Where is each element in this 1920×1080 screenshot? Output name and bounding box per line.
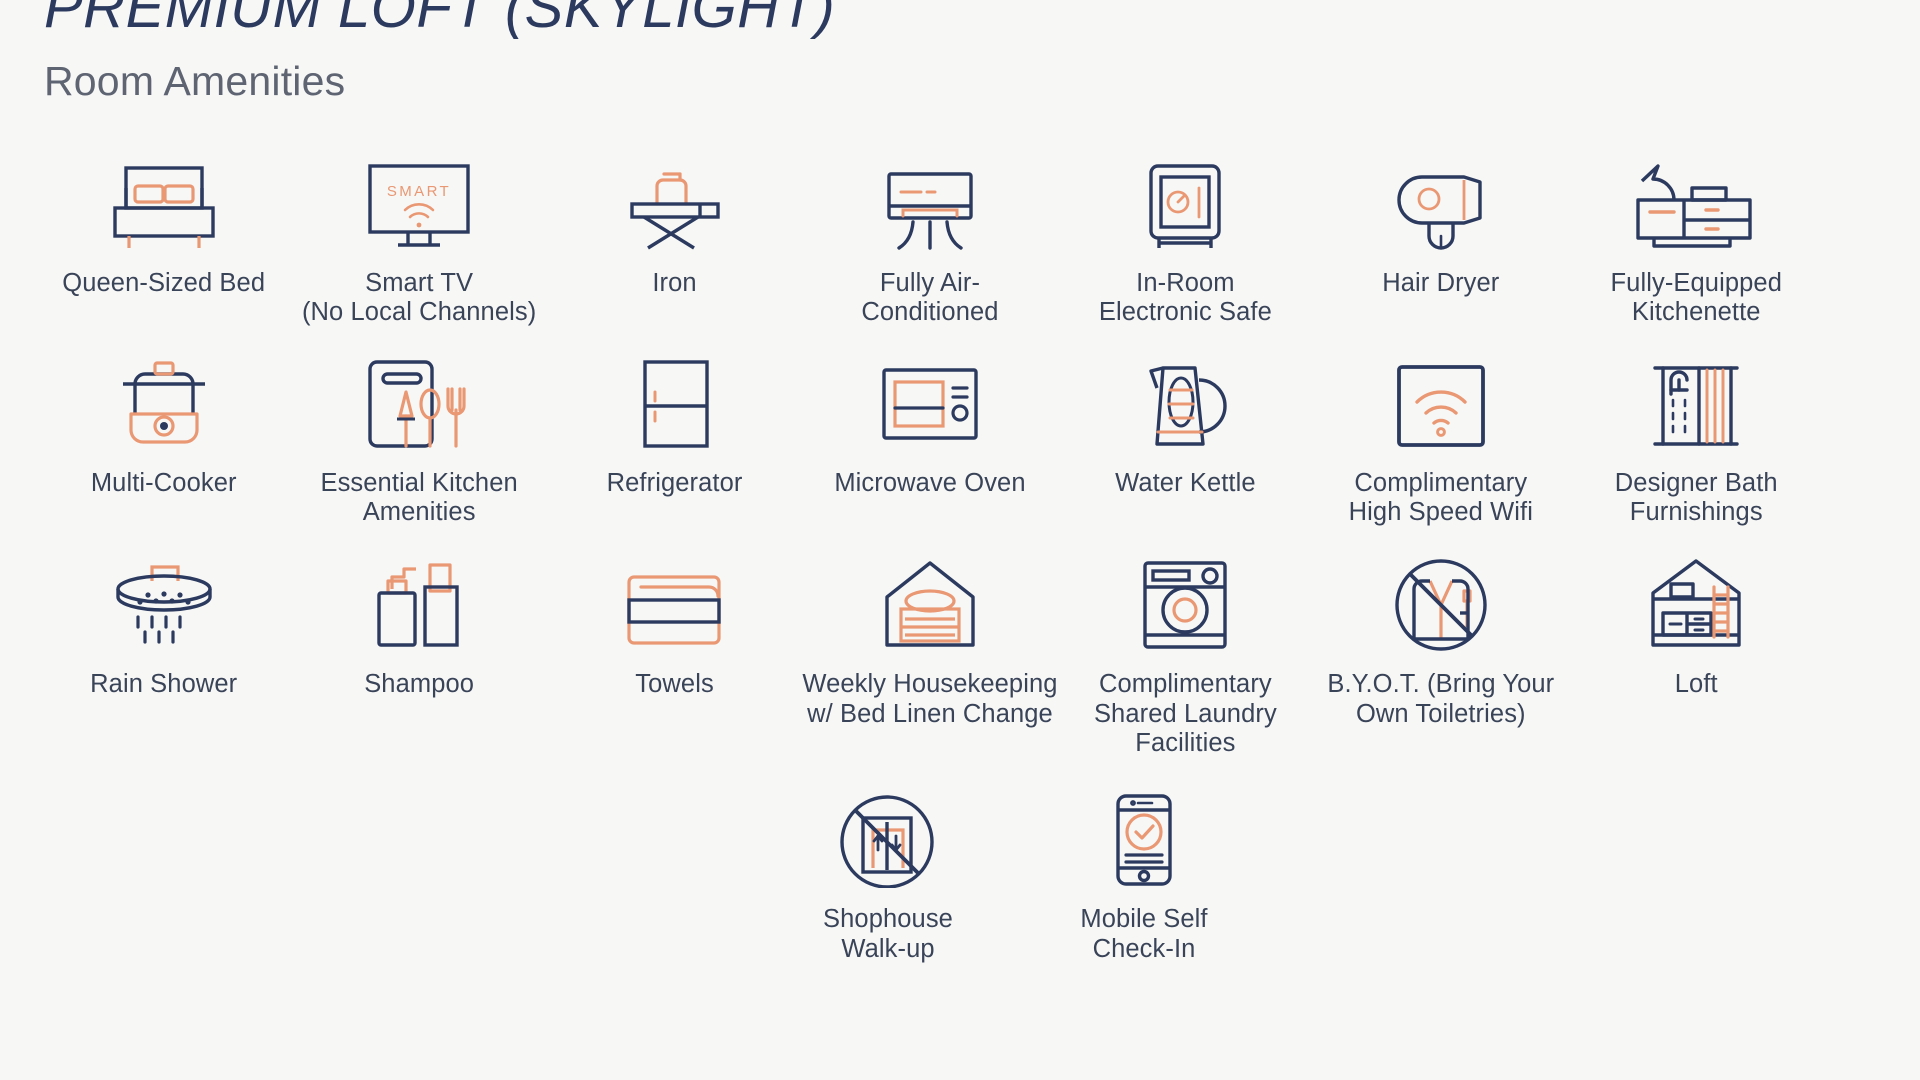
amenity-mobile-self-check-in: Mobile Self Check-In [1016,776,1272,964]
amenity-label: Refrigerator [606,468,743,497]
amenity-smart-tv: SMART Smart TV (No Local Channels) [291,140,546,328]
amenity-in-room-electronic-safe: In-Room Electronic Safe [1058,140,1313,328]
amenity-shampoo: Shampoo [291,541,546,758]
amenity-label: In-Room Electronic Safe [1098,269,1272,327]
amenity-designer-bath-furnishings: Designer Bath Furnishings [1569,340,1824,528]
amenity-label: Fully-Equipped Kitchenette [1610,269,1782,327]
wifi-icon [1388,340,1494,452]
amenity-label: Designer Bath Furnishings [1614,468,1778,526]
amenity-label: Complimentary High Speed Wifi [1348,468,1533,526]
amenity-multi-cooker: Multi-Cooker [36,340,291,528]
amenity-iron: Iron [547,140,802,328]
amenity-complimentary-shared-laundry: Complimentary Shared Laundry Facilities [1058,541,1313,758]
iron-icon [616,140,734,252]
amenity-label: Weekly Housekeeping w/ Bed Linen Change [802,670,1058,728]
washing-machine-icon [1135,541,1235,653]
kitchenette-icon [1626,140,1766,252]
no-elevator-icon [833,776,943,889]
amenity-fully-equipped-kitchenette: Fully-Equipped Kitchenette [1569,140,1824,328]
page-title: PREMIUM LOFT (SKYLIGHT) [44,0,836,40]
amenity-shophouse-walk-up: Shophouse Walk-up [760,776,1016,964]
bed-icon [105,140,223,252]
amenity-label: Iron [652,269,697,297]
amenities-row: Multi-Cooker Essential Kitchen Amenities… [36,340,1824,528]
amenities-page: PREMIUM LOFT (SKYLIGHT) Room Amenities Q… [0,0,1920,1080]
refrigerator-icon [629,340,721,452]
no-toiletries-icon [1386,541,1496,653]
air-conditioner-icon [875,140,985,252]
amenity-label: Loft [1674,670,1718,699]
amenity-queen-sized-bed: Queen-Sized Bed [36,140,291,328]
amenities-row: Shophouse Walk-up Mobile Self Check-In [760,776,1272,964]
amenity-fully-air-conditioned: Fully Air- Conditioned [802,140,1057,328]
amenity-label: Shophouse Walk-up [823,905,953,963]
amenity-label: Multi-Cooker [90,468,237,497]
amenity-label: Fully Air- Conditioned [861,269,999,327]
smart-tv-icon: SMART [364,140,474,252]
amenity-complimentary-high-speed-wifi: Complimentary High Speed Wifi [1313,340,1568,528]
amenity-essential-kitchen-amenities: Essential Kitchen Amenities [291,340,546,528]
hair-dryer-icon [1386,140,1496,252]
mobile-checkin-icon [1105,776,1183,888]
kitchen-utensils-icon [360,340,478,452]
amenities-grid: Queen-Sized Bed SMART Smart TV (No Local… [0,140,1920,964]
amenity-label: Water Kettle [1115,468,1256,497]
section-title: Room Amenities [44,58,346,104]
shampoo-bottles-icon [364,541,474,653]
multi-cooker-icon [109,340,219,452]
amenity-label: Hair Dryer [1382,269,1500,297]
amenity-microwave-oven: Microwave Oven [802,340,1057,528]
amenity-byot: B.Y.O.T. (Bring Your Own Toiletries) [1313,541,1568,758]
amenity-label: Rain Shower [90,670,238,699]
smart-tv-screen-text: SMART [387,183,451,200]
amenity-weekly-housekeeping: Weekly Housekeeping w/ Bed Linen Change [802,541,1057,758]
amenity-towels: Towels [547,541,802,758]
kettle-icon [1135,340,1235,452]
amenity-label: Shampoo [364,670,475,699]
bath-shower-curtain-icon [1641,340,1751,452]
amenity-label: Essential Kitchen Amenities [320,468,518,526]
safe-icon [1135,140,1235,252]
amenities-row: Rain Shower Shampoo Towels Weekly Housek… [36,541,1824,758]
towels-icon [617,541,733,653]
amenity-label: Queen-Sized Bed [62,269,266,297]
microwave-icon [875,340,985,452]
amenities-row: Queen-Sized Bed SMART Smart TV (No Local… [36,140,1824,328]
amenity-rain-shower: Rain Shower [36,541,291,758]
amenity-water-kettle: Water Kettle [1058,340,1313,528]
amenity-label: Mobile Self Check-In [1080,905,1208,963]
amenity-loft: Loft [1569,541,1824,758]
amenity-hair-dryer: Hair Dryer [1313,140,1568,328]
amenity-label: B.Y.O.T. (Bring Your Own Toiletries) [1327,670,1555,728]
loft-icon [1641,541,1751,653]
amenity-refrigerator: Refrigerator [547,340,802,528]
amenity-label: Complimentary Shared Laundry Facilities [1093,670,1277,757]
rain-shower-icon [104,541,224,653]
amenity-label: Microwave Oven [834,468,1026,497]
housekeeping-linen-icon [875,541,985,653]
amenity-label: Towels [635,670,714,699]
amenity-label: Smart TV (No Local Channels) [301,269,537,327]
